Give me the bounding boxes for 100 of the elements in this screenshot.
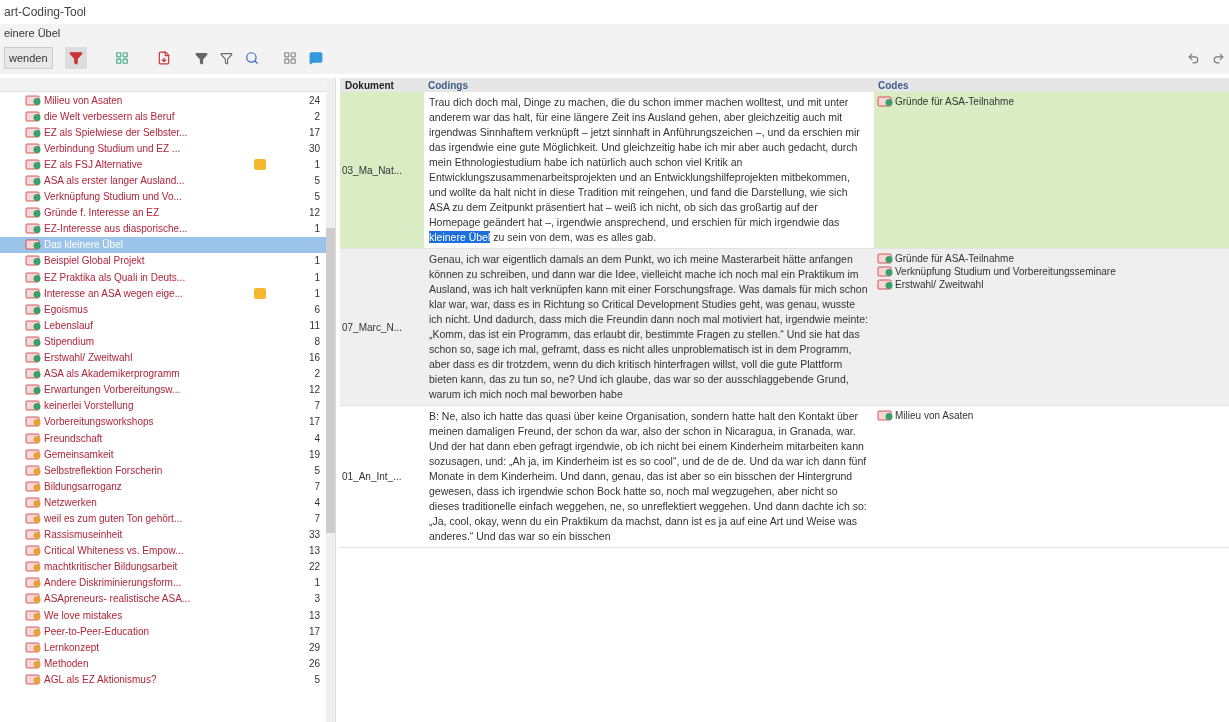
code-icon [25,158,42,170]
code-item[interactable]: keinerlei Vorstellung 7 [0,397,326,414]
code-item[interactable]: Beispiel Global Projekt 1 [0,252,326,270]
code-item[interactable]: EZ als Spielwiese der Selbster... 17 [0,124,326,141]
code-count: 16 [308,351,320,366]
code-label: Gründe f. Interesse an EZ [44,206,161,221]
code-item[interactable]: Bildungsarroganz 7 [0,478,326,495]
code-item[interactable]: Milieu von Asaten 24 [0,92,326,109]
code-label: Rassismuseinheit [44,528,124,543]
code-label: Beispiel Global Projekt [44,254,146,269]
code-item[interactable]: Gründe f. Interesse an EZ 12 [0,204,326,221]
code-icon [25,464,42,476]
code-label: Erstwahl/ Zweitwahl [44,351,134,366]
search-icon[interactable] [244,51,259,65]
code-icon [25,416,42,428]
coding-text: Trau dich doch mal, Dinge zu machen, die du schon immer machen wolltest, und mit unter anderem war das halt, für eine längere Zeit ins Ausland gehen, aber gleichzeitig auch mit irgendwas Sinnhaftem verknüpft – jetzt sinnhaft in Anführungszeichen –, und da erschien mir das irgendwie eine gute Möglichkeit. Und gleichzeitig habe ich mir aber auch gedacht, durch mein Ethnologiestudium habe ich natürlich auch schon viel Kritik an Entwicklungszusammenarbeitsprojekten und an Entwicklungshilfeprojekten mitbekommen, und wollte da halt nicht in diese Tradition mit reingehen, und fand die Darstellung, wie sich ASA zu dem Zeitpunkt präsentiert hat – weiß ich nicht, ob sich das großartig auf der Homepage geändert hat –, irgendwie ansprechend, und erschien für mich irgendwie das kleinere Übel zu sein von dem, was es alles gab. [429,95,861,245]
code-item[interactable]: Verknüpfung Studium und Vo... 5 [0,188,326,205]
code-icon [25,545,42,557]
code-item[interactable]: weil es zum guten Ton gehört... 7 [0,510,326,527]
table-icon[interactable] [282,51,297,65]
code-label: Erwartungen Vorbereitungsw... [44,383,182,398]
code-item[interactable]: Freundschaft 4 [0,429,326,447]
grid-icon[interactable] [114,51,129,65]
code-item[interactable]: ASA als Akademikerprogramm 2 [0,365,326,382]
document-name: 01_An_Int_... [342,470,402,484]
coding-text: B: Ne, also ich hatte das quasi über keine Organisation, sondern hatte halt den Kontakt über meinen damaligen Freund, der schon da war, also der schon in Nicaragua, in Granada, war. Und der hat dann eben gefragt irgendwie, ob ich nicht bei einem Kinderheim mitarbeiten kann sozusagen, und: „Ah ja, im Kinderheim ist es so cool“, und de de de. Und da war ich dann fünf Monate in dem Kinderheim. Und dann, genau, das ist aber so ein bisschen der Hintergrund gewesen, dass ich irgendwie schon Bock hatte so, noch mal wegzugehen, aber nicht so dieses traditionelle einfach weggehen, ne, so unreflektiert weggehen. Und dann dachte ich so: „Ja, cool, okay, wenn du ein Praktikum da machst, dann ist es ja auf eine Art und Weise was anderes.“ Und das war so ein bisschen [429,409,868,544]
code-label: Freundschaft [44,431,104,446]
code-count: 1 [314,270,320,285]
redo-icon[interactable] [1212,51,1225,65]
code-item[interactable]: Lebenslauf 11 [0,317,326,334]
code-count: 12 [308,206,320,221]
code-item[interactable]: Gemeinsamkeit 19 [0,446,326,463]
code-item[interactable]: EZ Praktika als Quali in Deuts... 1 [0,269,326,286]
code-item[interactable]: Rassismuseinheit 33 [0,526,326,543]
code-label: weil es zum guten Ton gehört... [44,512,184,526]
code-item[interactable]: Andere Diskriminierungsform... 1 [0,574,326,591]
code-item[interactable]: AGL als EZ Aktionismus? 5 [0,671,326,688]
column-header[interactable]: Dokument [340,78,424,92]
assigned-code: Milieu von Asaten [895,409,974,423]
code-count: 1 [314,222,320,237]
column-header[interactable]: Codings [424,78,874,92]
code-icon [25,400,42,412]
code-item[interactable]: Stipendium 8 [0,333,326,350]
code-item[interactable]: Vorbereitungsworkshops 17 [0,413,326,430]
code-item[interactable]: Erwartungen Vorbereitungsw... 12 [0,381,326,398]
code-item[interactable]: Egoismus 6 [0,301,326,318]
code-count: 12 [308,383,320,398]
funnel-icon[interactable] [194,51,208,65]
code-item[interactable]: die Welt verbessern als Beruf 2 [0,108,326,125]
code-count: 1 [314,576,320,591]
code-count: 5 [314,463,320,478]
file-icon[interactable] [156,51,171,65]
code-icon [877,96,894,107]
code-label: Selbstreflektion Forscherin [44,463,164,478]
code-item[interactable]: EZ als FSJ Alternative 1 [0,156,326,173]
code-count: 5 [314,174,320,188]
column-header[interactable]: Codes [874,78,1229,92]
code-label: ASA als erster langer Ausland... [44,174,186,188]
comment-icon[interactable] [308,51,323,65]
code-icon [25,368,42,380]
code-item[interactable]: ASA als erster langer Ausland... 5 [0,172,326,189]
code-item[interactable]: Selbstreflektion Forscherin 5 [0,462,326,479]
code-label: Interesse an ASA wegen eige... [44,286,184,301]
code-item[interactable]: We love mistakes 13 [0,607,326,624]
filter-codes-icon[interactable] [64,47,87,69]
code-label: Vorbereitungsworkshops [44,415,155,430]
code-item[interactable]: Netzwerken 4 [0,494,326,511]
code-item[interactable]: Verbindung Studium und EZ ... 30 [0,140,326,157]
code-item[interactable]: ASApreneurs- realistische ASA... 3 [0,590,326,607]
code-icon [25,223,42,235]
code-icon [25,625,42,637]
code-icon [877,253,894,264]
document-cell[interactable]: 03_Ma_Nat... [340,92,424,248]
funnel-icon[interactable] [219,51,233,65]
code-label: Egoismus [44,302,89,317]
code-label: Verknüpfung Studium und Vo... [44,190,183,205]
code-label: AGL als EZ Aktionismus? [44,672,158,687]
code-label: Andere Diskriminierungsform... [44,576,183,591]
code-icon [25,110,42,122]
code-item[interactable]: machtkritischer Bildungsarbeit 22 [0,558,326,575]
code-item[interactable]: Lernkonzept 29 [0,639,326,656]
undo-icon[interactable] [1187,51,1200,65]
scrollbar-thumb[interactable] [326,228,335,533]
code-item[interactable]: Interesse an ASA wegen eige... 1 [0,285,326,302]
code-count: 7 [314,479,320,494]
code-label: EZ-Interesse aus diasporische... [44,222,189,237]
code-item[interactable]: Peer-to-Peer-Education 17 [0,623,326,640]
code-label: EZ als FSJ Alternative [44,157,144,172]
code-item[interactable]: Methoden 26 [0,655,326,672]
code-label: Netzwerken [44,495,98,510]
code-item[interactable]: Critical Whiteness vs. Empow... 13 [0,542,326,559]
code-icon [25,641,42,653]
code-count: 5 [314,672,320,687]
code-item[interactable]: EZ-Interesse aus diasporische... 1 [0,220,326,237]
code-icon [25,287,42,299]
document-cell[interactable]: 07_Marc_N... [340,249,424,405]
code-count: 4 [314,431,320,446]
toolbar-button[interactable]: wenden [4,47,53,69]
document-name: 03_Ma_Nat... [342,163,403,178]
code-item[interactable]: Erstwahl/ Zweitwahl 16 [0,349,326,366]
